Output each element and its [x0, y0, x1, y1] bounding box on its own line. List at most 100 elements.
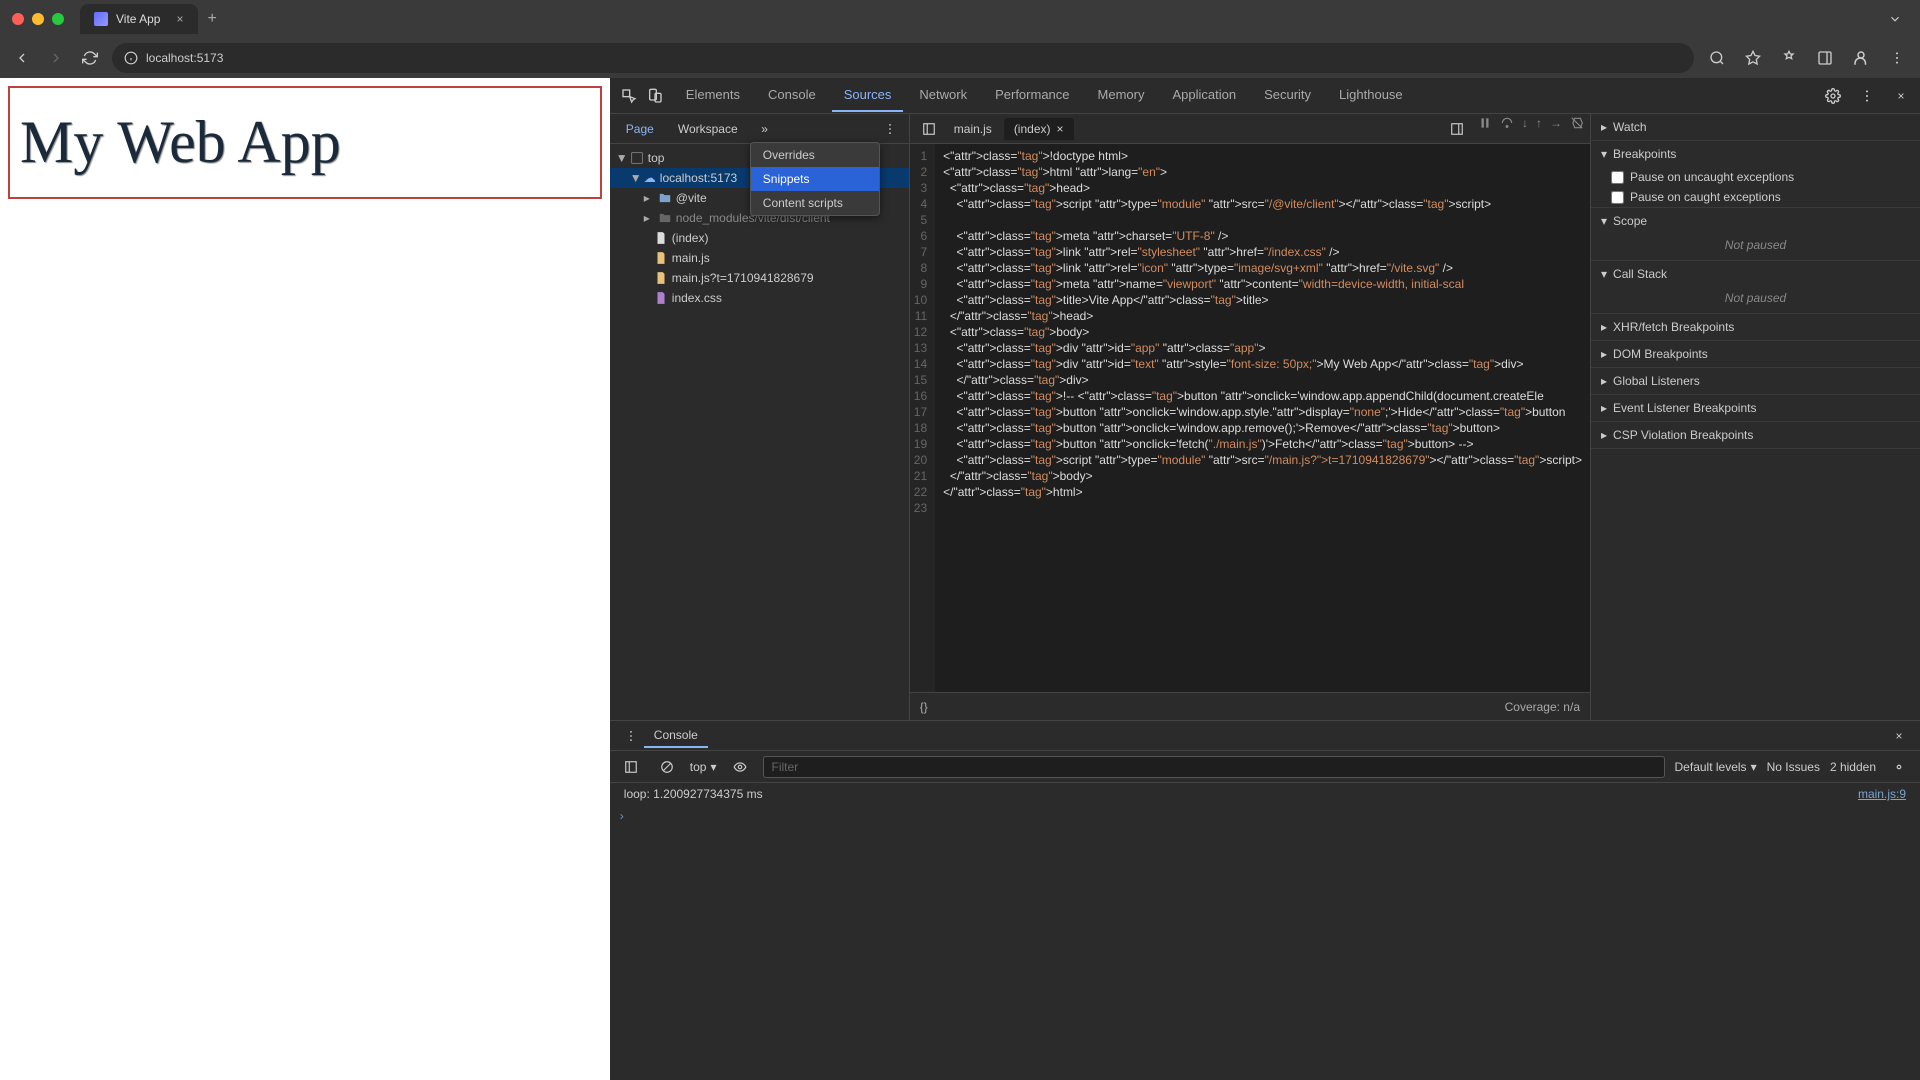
url-text: localhost:5173: [146, 51, 223, 65]
hidden-count: 2 hidden: [1830, 760, 1876, 774]
section-event[interactable]: ▸Event Listener Breakpoints: [1591, 395, 1920, 421]
more-icon[interactable]: [1854, 83, 1880, 109]
close-drawer-icon[interactable]: ×: [1886, 723, 1912, 749]
tab-security[interactable]: Security: [1252, 79, 1323, 112]
tab-network[interactable]: Network: [907, 79, 979, 112]
log-source-link[interactable]: main.js:9: [1858, 787, 1906, 801]
file-icon: [654, 271, 668, 285]
editor-tab-mainjs[interactable]: main.js: [944, 118, 1002, 140]
coverage-bar: {} Coverage: n/a: [910, 692, 1590, 720]
tree-file-mainjs[interactable]: main.js: [610, 248, 909, 268]
file-icon: [654, 231, 668, 245]
tab-lighthouse[interactable]: Lighthouse: [1327, 79, 1415, 112]
new-tab-button[interactable]: +: [208, 10, 217, 28]
menu-icon[interactable]: [1884, 45, 1910, 71]
tab-memory[interactable]: Memory: [1086, 79, 1157, 112]
live-expression-icon[interactable]: [727, 754, 753, 780]
close-window-icon[interactable]: [12, 13, 24, 25]
console-prompt[interactable]: ›: [610, 805, 1920, 827]
menu-item-content-scripts[interactable]: Content scripts: [751, 191, 879, 215]
step-out-icon[interactable]: ↑: [1536, 116, 1542, 142]
close-tab-icon[interactable]: ×: [176, 12, 183, 26]
rendered-page: My Web App: [0, 78, 610, 1080]
close-tab-icon[interactable]: ×: [1057, 122, 1064, 136]
extensions-icon[interactable]: [1776, 45, 1802, 71]
bookmark-icon[interactable]: [1740, 45, 1766, 71]
maximize-window-icon[interactable]: [52, 13, 64, 25]
file-icon: [654, 251, 668, 265]
tree-file-indexcss[interactable]: index.css: [610, 288, 909, 308]
section-scope[interactable]: ▾Scope: [1591, 208, 1920, 234]
section-csp[interactable]: ▸CSP Violation Breakpoints: [1591, 422, 1920, 448]
section-call-stack[interactable]: ▾Call Stack: [1591, 261, 1920, 287]
subtab-overflow-menu: Overrides Snippets Content scripts: [750, 142, 880, 216]
drawer-more-icon[interactable]: [618, 723, 644, 749]
titlebar: Vite App × +: [0, 0, 1920, 38]
profile-icon[interactable]: [1848, 45, 1874, 71]
favicon-icon: [94, 12, 108, 26]
console-context-selector[interactable]: top▾: [690, 760, 717, 774]
forward-button[interactable]: [44, 46, 68, 70]
folder-icon: [658, 211, 672, 225]
side-panel-icon[interactable]: [1812, 45, 1838, 71]
coverage-label: Coverage: n/a: [1505, 700, 1580, 714]
tree-file-index[interactable]: (index): [610, 228, 909, 248]
step-over-icon[interactable]: [1500, 116, 1514, 142]
section-global[interactable]: ▸Global Listeners: [1591, 368, 1920, 394]
back-button[interactable]: [10, 46, 34, 70]
navigator-more-icon[interactable]: [877, 116, 903, 142]
subtab-overflow-icon[interactable]: »: [752, 116, 778, 142]
checkbox-pause-uncaught[interactable]: Pause on uncaught exceptions: [1591, 167, 1920, 187]
step-icon[interactable]: →: [1550, 116, 1562, 142]
step-into-icon[interactable]: ↓: [1522, 116, 1528, 142]
subtab-workspace[interactable]: Workspace: [668, 118, 748, 140]
console-settings-icon[interactable]: [1886, 754, 1912, 780]
toggle-debugger-pane-icon[interactable]: [1444, 116, 1470, 142]
settings-icon[interactable]: [1820, 83, 1846, 109]
console-sidebar-icon[interactable]: [618, 754, 644, 780]
console-filter-input[interactable]: Filter: [763, 756, 1665, 778]
tab-console[interactable]: Console: [756, 79, 828, 112]
section-watch[interactable]: ▸Watch: [1591, 114, 1920, 140]
tab-sources[interactable]: Sources: [832, 79, 904, 112]
file-icon: [654, 291, 668, 305]
section-dom[interactable]: ▸DOM Breakpoints: [1591, 341, 1920, 367]
editor-tab-index[interactable]: (index)×: [1004, 118, 1074, 140]
deactivate-breakpoints-icon[interactable]: [1570, 116, 1584, 142]
drawer-tab-console[interactable]: Console: [644, 724, 708, 748]
browser-tab[interactable]: Vite App ×: [80, 4, 198, 34]
frame-icon: [630, 151, 644, 165]
log-message: loop: 1.200927734375 ms: [624, 787, 763, 801]
tab-elements[interactable]: Elements: [674, 79, 752, 112]
subtab-page[interactable]: Page: [616, 118, 664, 140]
menu-item-overrides[interactable]: Overrides: [751, 143, 879, 167]
chevron-down-icon[interactable]: [1882, 6, 1908, 32]
format-braces-icon[interactable]: {}: [920, 700, 928, 714]
issues-badge[interactable]: No Issues: [1767, 760, 1820, 774]
pause-icon[interactable]: [1478, 116, 1492, 142]
section-breakpoints[interactable]: ▾Breakpoints: [1591, 141, 1920, 167]
devtools-tabbar: Elements Console Sources Network Perform…: [610, 78, 1920, 114]
console-drawer: Console × top▾ Filter Default levels▾ No…: [610, 720, 1920, 1080]
menu-item-snippets[interactable]: Snippets: [751, 167, 879, 191]
reload-button[interactable]: [78, 46, 102, 70]
tree-file-mainjs-ts[interactable]: main.js?t=1710941828679: [610, 268, 909, 288]
tab-performance[interactable]: Performance: [983, 79, 1081, 112]
code-editor[interactable]: 1234567891011121314151617181920212223 <"…: [910, 144, 1590, 692]
toggle-navigator-icon[interactable]: [916, 116, 942, 142]
close-devtools-icon[interactable]: ×: [1888, 83, 1914, 109]
section-xhr[interactable]: ▸XHR/fetch Breakpoints: [1591, 314, 1920, 340]
checkbox-pause-caught[interactable]: Pause on caught exceptions: [1591, 187, 1920, 207]
tab-application[interactable]: Application: [1160, 79, 1248, 112]
log-levels-selector[interactable]: Default levels▾: [1675, 760, 1757, 774]
tab-title: Vite App: [116, 12, 160, 26]
url-bar[interactable]: localhost:5173: [112, 43, 1694, 73]
device-toggle-icon[interactable]: [642, 83, 668, 109]
clear-console-icon[interactable]: [654, 754, 680, 780]
inspect-element-icon[interactable]: [616, 83, 642, 109]
minimize-window-icon[interactable]: [32, 13, 44, 25]
debugger-pane: ▸Watch ▾Breakpoints Pause on uncaught ex…: [1590, 114, 1920, 720]
zoom-icon[interactable]: [1704, 45, 1730, 71]
cloud-icon: ☁: [644, 171, 656, 185]
browser-toolbar: localhost:5173: [0, 38, 1920, 78]
